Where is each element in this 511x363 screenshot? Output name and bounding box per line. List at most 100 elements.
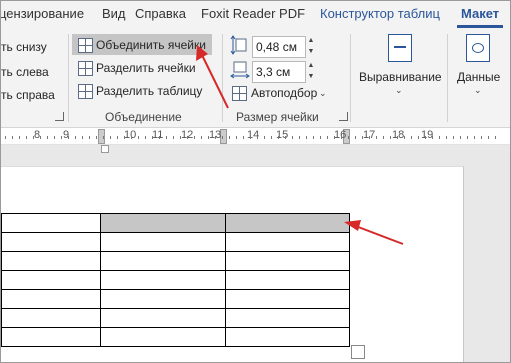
table-cell[interactable] [225, 232, 350, 252]
insert-left-button[interactable]: ть слева [1, 65, 49, 79]
table-row [1, 289, 350, 309]
ruler-tick [474, 136, 475, 139]
autofit-chevron-icon[interactable]: ⌄ [319, 88, 327, 99]
group-separator [222, 34, 223, 122]
ruler-tick [75, 136, 76, 139]
table-cell[interactable] [1, 213, 101, 233]
ruler-tick [47, 136, 48, 139]
ruler-tick [124, 136, 125, 139]
ruler-tick [453, 136, 454, 139]
ruler-number: 16 [334, 129, 347, 141]
ruler-tick [278, 136, 279, 139]
ruler-tick [26, 136, 27, 139]
split-table-button[interactable]: Разделить таблицу [96, 84, 202, 98]
ruler-tick [180, 136, 181, 139]
ruler-tick [138, 136, 139, 139]
table-cell[interactable] [225, 308, 350, 328]
ruler-tick [173, 136, 174, 139]
ruler-tick [54, 136, 55, 139]
tab-foxit-reader-pdf[interactable]: Foxit Reader PDF [201, 6, 305, 21]
table-cell[interactable] [100, 289, 226, 309]
table-row [1, 232, 350, 252]
rows-columns-launcher-icon[interactable] [55, 112, 64, 121]
table-cell[interactable] [100, 270, 226, 290]
merge-cells-icon [78, 38, 93, 53]
table-move-handle[interactable] [101, 145, 109, 153]
ruler-tick [488, 136, 489, 139]
ruler-tick [320, 136, 321, 139]
cell-size-launcher-icon[interactable] [339, 112, 348, 121]
ruler-tick [299, 136, 300, 139]
ruler-number: 8 [34, 129, 41, 141]
table-cell-selected[interactable] [100, 213, 226, 233]
table-cell[interactable] [100, 327, 226, 347]
ruler-tick [96, 136, 97, 139]
insert-below-button[interactable]: ть снизу [1, 40, 47, 54]
ruler-tick [19, 136, 20, 139]
table-cell[interactable] [225, 289, 350, 309]
row-height-input[interactable]: 0,48 см [252, 36, 306, 58]
alignment-button[interactable]: Выравнивание [359, 70, 442, 84]
table-cell[interactable] [225, 251, 350, 271]
tab-layout[interactable]: Макет [461, 6, 499, 21]
data-icon[interactable] [466, 34, 490, 62]
table-resize-handle[interactable] [351, 345, 365, 359]
table-cell[interactable] [100, 232, 226, 252]
column-width-down-button[interactable]: ▼ [306, 72, 316, 81]
ruler-tick [131, 136, 132, 139]
ruler-tick [341, 136, 342, 139]
table-cell[interactable] [225, 327, 350, 347]
row-height-down-button[interactable]: ▼ [306, 47, 316, 56]
ruler-tick [229, 136, 230, 139]
table-cell[interactable] [1, 232, 101, 252]
merge-cells-button[interactable]: Объединить ячейки [96, 38, 206, 52]
ruler-tick [110, 136, 111, 139]
merge-group-label: Объединение [105, 110, 182, 124]
group-separator [350, 34, 351, 122]
ruler-tick [264, 136, 265, 139]
ruler-tick [306, 136, 307, 139]
tab-view[interactable]: Вид [102, 6, 126, 21]
column-width-value: 3,3 см [256, 65, 291, 79]
ruler-tick [425, 136, 426, 139]
table-cell[interactable] [100, 251, 226, 271]
ruler-tick [61, 136, 62, 139]
table-cell-selected[interactable] [225, 213, 350, 233]
ruler-number: 19 [421, 129, 434, 141]
column-width-icon [230, 61, 250, 79]
table-cell[interactable] [1, 308, 101, 328]
ruler-tick [187, 136, 188, 139]
ruler-tick [446, 136, 447, 139]
column-width-input[interactable]: 3,3 см [252, 61, 306, 83]
ruler-tick [201, 136, 202, 139]
ruler-tick [250, 136, 251, 139]
ruler-tick [117, 136, 118, 139]
ruler-tick [313, 136, 314, 139]
data-button[interactable]: Данные [457, 70, 500, 84]
row-height-up-button[interactable]: ▲ [306, 36, 316, 45]
table-cell[interactable] [1, 289, 101, 309]
ruler-tick [243, 136, 244, 139]
tab-review[interactable]: цензирование [1, 6, 84, 21]
ruler-tick [460, 136, 461, 139]
table-cell[interactable] [100, 308, 226, 328]
table-cell[interactable] [1, 270, 101, 290]
alignment-chevron-icon[interactable]: ⌄ [395, 85, 403, 96]
column-width-up-button[interactable]: ▲ [306, 61, 316, 70]
data-chevron-icon[interactable]: ⌄ [474, 85, 482, 96]
alignment-icon[interactable] [388, 34, 412, 62]
autofit-button[interactable]: Автоподбор [251, 86, 317, 100]
insert-right-button[interactable]: ть справа [1, 88, 55, 102]
table-cell[interactable] [1, 251, 101, 271]
ruler-number: 10 [124, 129, 137, 141]
ribbon-tabs: цензирование Вид Справка Foxit Reader PD… [1, 1, 510, 28]
tab-help[interactable]: Справка [135, 6, 186, 21]
ruler-tick [222, 136, 223, 139]
table-cell[interactable] [225, 270, 350, 290]
tab-table-design[interactable]: Конструктор таблиц [320, 6, 440, 21]
table-row [1, 270, 350, 290]
table-cell[interactable] [1, 327, 101, 347]
group-separator [68, 34, 69, 122]
split-cells-button[interactable]: Разделить ячейки [96, 61, 196, 75]
document-table[interactable] [1, 213, 350, 347]
